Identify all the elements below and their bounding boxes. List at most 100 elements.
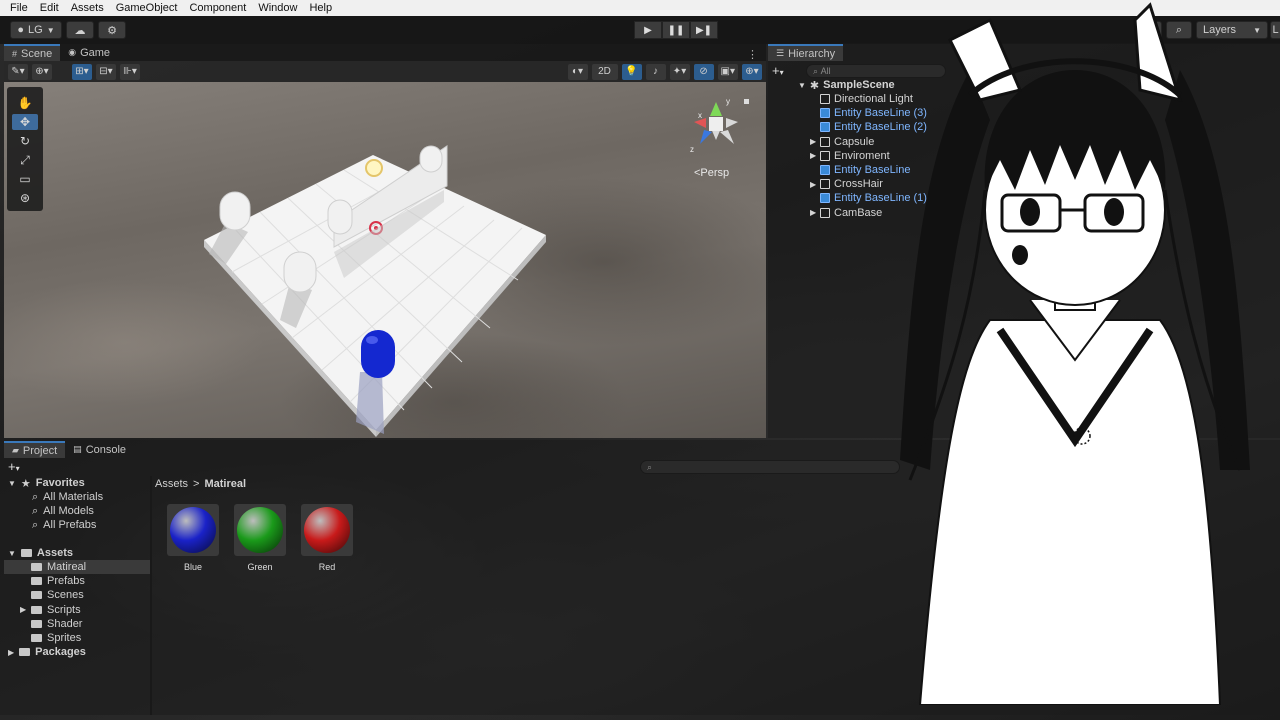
menu-file[interactable]: File: [4, 2, 34, 14]
packages-header[interactable]: ▶ Packages: [8, 645, 86, 659]
tab-game-label: Game: [80, 46, 111, 59]
collapsed-arrow-icon[interactable]: ▶: [810, 137, 816, 146]
capsule-object: [283, 251, 317, 293]
axis-z-label: z: [690, 145, 694, 154]
collapsed-arrow-icon[interactable]: ▶: [810, 180, 816, 189]
prefab-cube-icon: [820, 122, 830, 133]
toggle-2d-button[interactable]: 2D: [591, 63, 618, 80]
lighting-toggle-button[interactable]: 💡: [621, 63, 642, 80]
material-asset[interactable]: Red: [297, 504, 357, 572]
orientation-gizmo[interactable]: x y z: [690, 97, 749, 154]
tab-project[interactable]: ▰ Project: [4, 441, 66, 458]
visibility-toggle-button[interactable]: ⊘: [693, 63, 714, 80]
lock-icon[interactable]: [744, 99, 749, 104]
global-toggle-button[interactable]: ⊕ ▾: [32, 63, 52, 80]
rect-tool-button[interactable]: ▭: [12, 171, 38, 187]
folder-icon: [31, 605, 42, 614]
tab-hierarchy[interactable]: ☰ Hierarchy: [768, 44, 844, 61]
collapsed-arrow-icon[interactable]: ▶: [20, 605, 26, 614]
collapsed-arrow-icon[interactable]: ▶: [810, 151, 816, 160]
gizmos-button[interactable]: ⊕ ▾: [742, 63, 762, 80]
material-asset[interactable]: Green: [230, 504, 290, 572]
directional-light-gizmo: [365, 159, 383, 177]
favorite-item[interactable]: ⌕ All Materials: [32, 490, 103, 504]
effects-button[interactable]: ✦ ▾: [669, 63, 690, 80]
hierarchy-item[interactable]: ▶ CamBase: [810, 206, 882, 220]
blue-capsule-object: [361, 330, 395, 378]
breadcrumb: Assets > Matireal: [155, 478, 246, 490]
asset-folder-item[interactable]: Matireal: [4, 560, 150, 574]
step-button[interactable]: ▶❚: [690, 21, 718, 39]
favorite-item[interactable]: ⌕ All Models: [32, 504, 94, 518]
move-icon: ✥: [19, 115, 31, 129]
folder-icon: [31, 563, 42, 571]
menu-edit[interactable]: Edit: [34, 2, 65, 14]
tab-scene-label: Scene: [21, 47, 53, 60]
prefab-cube-icon: [820, 193, 830, 204]
asset-folder-item[interactable]: ▶ Scripts: [20, 603, 81, 617]
pause-icon: ❚❚: [667, 24, 685, 36]
account-dropdown[interactable]: ● LG ▼: [10, 21, 62, 39]
rotate-tool-button[interactable]: ↻: [12, 133, 38, 149]
asset-folder-item[interactable]: Sprites: [20, 631, 81, 645]
tab-game[interactable]: ◉ Game: [60, 44, 118, 61]
grid-snap-button[interactable]: ⊞ ▾: [72, 63, 92, 80]
increment-snap-button[interactable]: ⊟ ▾: [96, 63, 116, 80]
collab-button[interactable]: ⚙: [98, 21, 126, 39]
audio-toggle-button[interactable]: ♪: [645, 63, 666, 80]
material-sphere-icon: [237, 507, 283, 553]
pause-button[interactable]: ❚❚: [662, 21, 690, 39]
menu-help[interactable]: Help: [303, 2, 338, 14]
ruler-icon: ⊪: [123, 66, 132, 77]
effects-icon: ✦: [672, 66, 682, 77]
globe-icon: ⊕: [35, 66, 44, 77]
breadcrumb-root[interactable]: Assets: [155, 478, 188, 490]
scale-tool-button[interactable]: ⤢: [12, 152, 38, 168]
create-asset-button[interactable]: +▾: [8, 459, 20, 474]
material-thumbnail: [234, 504, 286, 556]
assets-header[interactable]: ▼ Assets: [8, 546, 73, 560]
transform-tool-button[interactable]: ⊛: [12, 190, 38, 206]
snap-icon: ⊟: [99, 66, 108, 77]
hand-tool-button[interactable]: ✋: [12, 95, 38, 111]
menu-component[interactable]: Component: [183, 2, 252, 14]
folder-icon: [20, 549, 32, 557]
favorites-header[interactable]: ▼ ★ Favorites: [8, 476, 85, 490]
expanded-arrow-icon: ▼: [8, 478, 16, 488]
tab-scene[interactable]: # Scene: [4, 44, 61, 61]
camera-icon: ▣: [720, 66, 730, 77]
axis-x-label: x: [698, 111, 702, 120]
hierarchy-item[interactable]: ▶ Enviroment: [810, 149, 890, 163]
asset-folder-item[interactable]: Shader: [20, 617, 82, 631]
cloud-icon: ☁: [74, 24, 86, 37]
add-object-button[interactable]: +▾: [772, 63, 784, 78]
play-button[interactable]: ▶: [634, 21, 662, 39]
material-asset[interactable]: Blue: [163, 504, 223, 572]
camera-button[interactable]: ▣ ▾: [717, 63, 738, 80]
menu-assets[interactable]: Assets: [65, 2, 110, 14]
folder-icon: [19, 648, 31, 656]
favorite-item[interactable]: ⌕ All Prefabs: [32, 518, 96, 532]
asset-folder-item[interactable]: Scenes: [20, 588, 84, 602]
draw-mode-button[interactable]: ✎ ▾: [8, 63, 28, 80]
move-tool-button[interactable]: ✥: [12, 114, 38, 130]
menu-gameobject[interactable]: GameObject: [110, 2, 184, 14]
hierarchy-item[interactable]: ▶ CrossHair: [810, 177, 883, 191]
breadcrumb-current[interactable]: Matireal: [204, 478, 246, 490]
material-thumbnail: [167, 504, 219, 556]
scene-viewport[interactable]: x y z <Persp: [4, 82, 766, 438]
perspective-label[interactable]: <Persp: [694, 167, 729, 179]
tab-console[interactable]: ▤ Console: [65, 441, 134, 458]
hierarchy-item[interactable]: ▶ Capsule: [810, 135, 874, 149]
kebab-menu-icon[interactable]: ⋮: [747, 48, 766, 61]
menu-window[interactable]: Window: [252, 2, 303, 14]
project-search-input[interactable]: ⌕: [640, 460, 900, 474]
collapsed-arrow-icon[interactable]: ▶: [810, 208, 816, 217]
hand-icon: ✋: [17, 96, 33, 110]
hierarchy-item-label: CamBase: [834, 206, 883, 219]
grid-visibility-button[interactable]: ⊪ ▾: [120, 63, 140, 80]
account-label: LG: [28, 24, 43, 36]
asset-folder-item[interactable]: Prefabs: [20, 574, 85, 588]
shading-mode-button[interactable]: ◐ ▾: [567, 63, 588, 80]
cloud-button[interactable]: ☁: [66, 21, 94, 39]
